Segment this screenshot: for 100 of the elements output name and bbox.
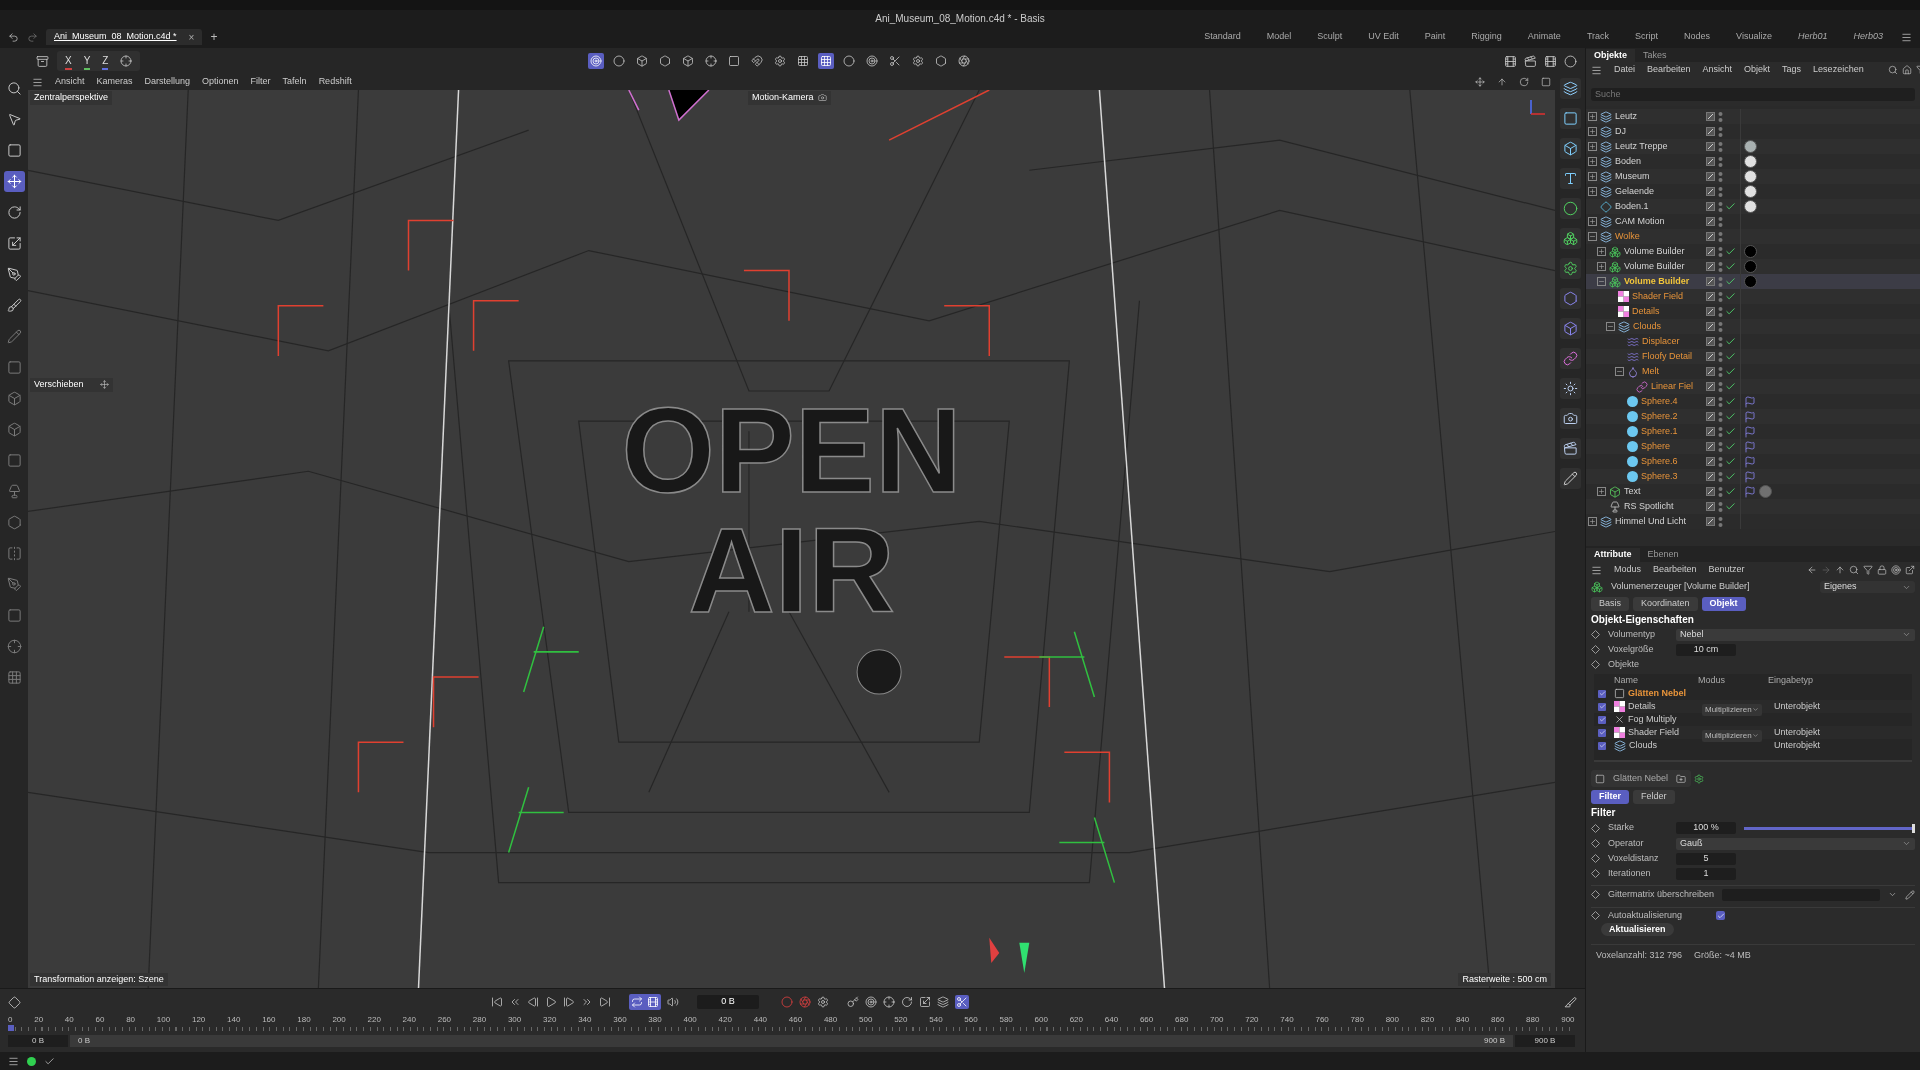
up-icon[interactable] xyxy=(1835,565,1845,575)
brush-icon[interactable] xyxy=(6,298,22,313)
grid-icon[interactable] xyxy=(797,55,810,67)
menu-item[interactable]: Lesezeichen xyxy=(1813,63,1864,77)
target-icon[interactable] xyxy=(865,996,877,1008)
search-field[interactable]: Suche xyxy=(1591,88,1915,102)
visibility-dots-icon[interactable] xyxy=(1718,320,1723,333)
layout-tab[interactable]: Visualize xyxy=(1736,30,1772,44)
rotate-icon[interactable] xyxy=(6,205,22,220)
skip-end-icon[interactable] xyxy=(599,996,611,1008)
collapse-icon[interactable] xyxy=(1597,277,1606,286)
viewport-menu-item[interactable]: Darstellung xyxy=(144,75,191,89)
frame-field[interactable]: 0 B xyxy=(697,995,759,1009)
check-icon[interactable] xyxy=(1725,486,1736,497)
range-bar[interactable]: 0 B 900 B xyxy=(70,1035,1513,1047)
tree-row[interactable]: Museum xyxy=(1586,169,1920,184)
layer-edit-icon[interactable] xyxy=(1706,187,1715,196)
speaker-icon[interactable] xyxy=(667,996,679,1008)
range-icon[interactable] xyxy=(647,996,659,1008)
layer-edit-icon[interactable] xyxy=(1706,157,1715,166)
layer-edit-icon[interactable] xyxy=(1706,352,1715,361)
layer-edit-icon[interactable] xyxy=(1706,277,1715,286)
picker-icon[interactable] xyxy=(1905,889,1915,900)
panel-tab[interactable]: Objekte xyxy=(1586,49,1635,62)
search-icon[interactable] xyxy=(1887,65,1898,75)
visibility-dots-icon[interactable] xyxy=(1718,110,1723,123)
check-icon[interactable] xyxy=(1725,501,1736,512)
keyframe-icon[interactable] xyxy=(1591,890,1600,899)
panel-tab[interactable]: Takes xyxy=(1635,49,1675,62)
layout-tab[interactable]: Track xyxy=(1586,30,1610,44)
mode-dropdown[interactable]: Multiplizieren xyxy=(1702,703,1762,716)
tree-row[interactable]: RS Spotlicht xyxy=(1586,499,1920,514)
menu-item[interactable]: Datei xyxy=(1614,63,1635,77)
checkbox[interactable] xyxy=(1598,741,1606,750)
dropdown[interactable]: Nebel xyxy=(1676,628,1915,641)
update-button[interactable]: Aktualisieren xyxy=(1601,923,1674,936)
light-icon[interactable] xyxy=(1562,381,1578,396)
slider-thumb[interactable] xyxy=(1912,823,1915,833)
viewport-menu-item[interactable]: Ansicht xyxy=(55,75,85,89)
tree-row[interactable]: Boden.1 xyxy=(1586,199,1920,214)
check-icon[interactable] xyxy=(1725,471,1736,482)
layout-tab[interactable]: Sculpt xyxy=(1317,30,1343,44)
expand-icon[interactable] xyxy=(1588,142,1597,151)
check-icon[interactable] xyxy=(1725,276,1736,287)
checkbox[interactable] xyxy=(1598,689,1606,698)
check-icon[interactable] xyxy=(1725,336,1736,347)
lamp-icon[interactable] xyxy=(6,484,22,499)
check-icon[interactable] xyxy=(1725,426,1736,437)
snap-settings-icon[interactable] xyxy=(774,55,787,67)
menu-icon[interactable] xyxy=(1901,31,1912,43)
layer-edit-icon[interactable] xyxy=(1706,442,1715,451)
visibility-dots-icon[interactable] xyxy=(1718,395,1723,408)
visibility-dots-icon[interactable] xyxy=(1718,485,1723,498)
expand-icon[interactable] xyxy=(1588,172,1597,181)
pencil-icon[interactable] xyxy=(6,329,22,344)
visibility-dots-icon[interactable] xyxy=(1718,170,1723,183)
expand-icon[interactable] xyxy=(1597,262,1606,271)
menu-item[interactable]: Objekt xyxy=(1744,63,1771,77)
move-icon[interactable] xyxy=(99,380,109,390)
check-icon[interactable] xyxy=(1725,201,1736,212)
visibility-dots-icon[interactable] xyxy=(1718,470,1723,483)
check-icon[interactable] xyxy=(1725,261,1736,272)
visibility-dots-icon[interactable] xyxy=(1718,290,1723,303)
maximize-icon[interactable] xyxy=(1541,77,1551,87)
tree-row[interactable]: Shader Field xyxy=(1586,289,1920,304)
scissors-icon[interactable] xyxy=(956,996,968,1008)
aperture-icon[interactable] xyxy=(958,55,971,67)
collapse-icon[interactable] xyxy=(1588,232,1597,241)
check-icon[interactable] xyxy=(1725,291,1736,302)
tree-row[interactable]: Floofy Detail xyxy=(1586,349,1920,364)
viewport-menu-item[interactable]: Optionen xyxy=(202,75,239,89)
key-icon[interactable] xyxy=(847,996,859,1008)
gear-icon[interactable] xyxy=(1562,261,1578,276)
layer-edit-icon[interactable] xyxy=(1706,142,1715,151)
visibility-dots-icon[interactable] xyxy=(1718,155,1723,168)
filter-icon[interactable] xyxy=(1863,565,1873,575)
layer-edit-icon[interactable] xyxy=(1706,172,1715,181)
text-tool-icon[interactable] xyxy=(1562,171,1578,186)
visibility-dots-icon[interactable] xyxy=(1718,365,1723,378)
layout-tab[interactable]: Model xyxy=(1266,30,1292,44)
prev-key-icon[interactable] xyxy=(509,996,521,1008)
flag-icon[interactable] xyxy=(1744,470,1756,483)
menu-icon[interactable] xyxy=(1591,64,1602,76)
flag-icon[interactable] xyxy=(1744,455,1756,468)
crosshair-icon[interactable] xyxy=(883,996,895,1008)
layer-edit-icon[interactable] xyxy=(1706,367,1715,376)
check-icon[interactable] xyxy=(1725,351,1736,362)
layer-edit-icon[interactable] xyxy=(1706,322,1715,331)
layer-edit-icon[interactable] xyxy=(1706,502,1715,511)
move-icon[interactable] xyxy=(6,174,22,189)
viewport-menu-item[interactable]: Kameras xyxy=(96,75,133,89)
layout-tab[interactable]: Standard xyxy=(1204,30,1241,44)
visibility-dots-icon[interactable] xyxy=(1718,335,1723,348)
tree-row[interactable]: Sphere xyxy=(1586,439,1920,454)
expand-icon[interactable] xyxy=(1588,217,1597,226)
tree-row[interactable]: Sphere.3 xyxy=(1586,469,1920,484)
cube-icon[interactable] xyxy=(6,391,22,406)
cut-icon[interactable] xyxy=(889,55,902,67)
tree-row[interactable]: Wolke xyxy=(1586,229,1920,244)
curve-icon[interactable] xyxy=(1564,995,1577,1009)
